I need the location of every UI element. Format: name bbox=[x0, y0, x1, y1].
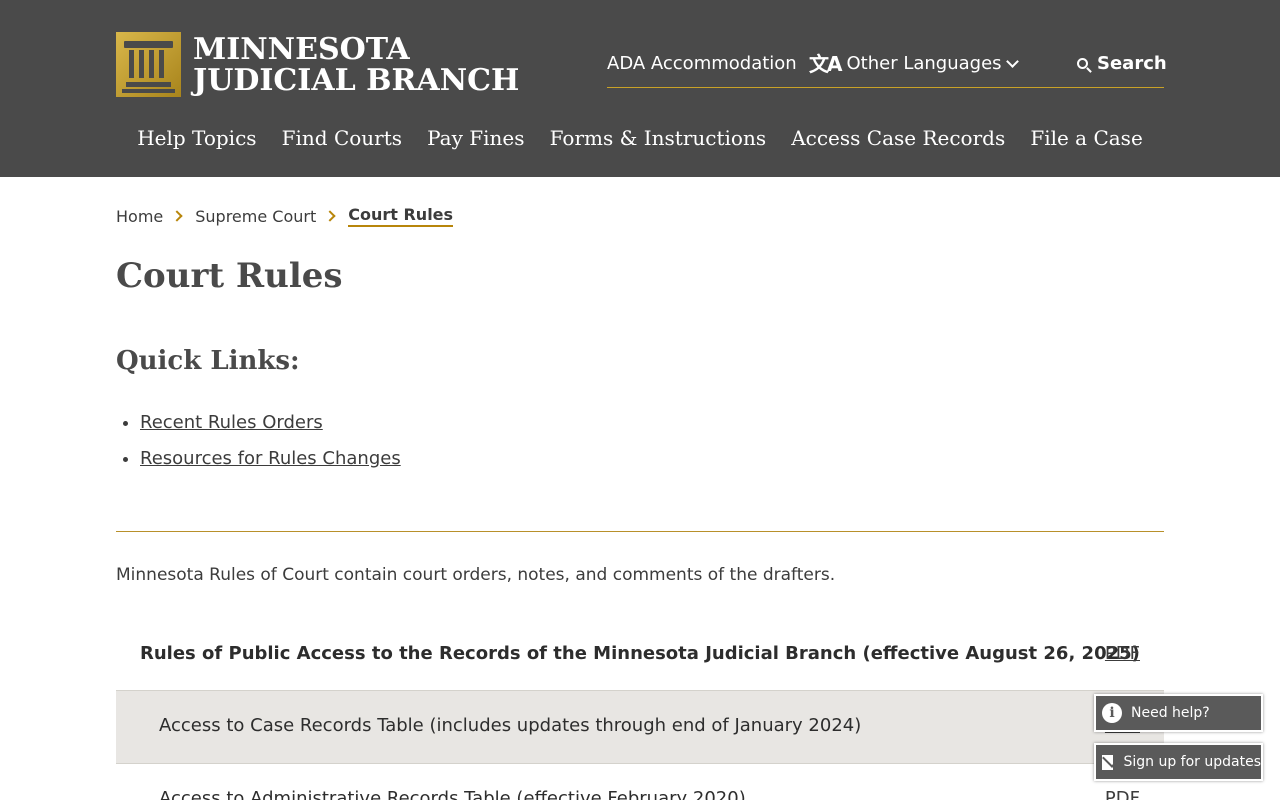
search-button[interactable]: Search bbox=[1077, 52, 1167, 76]
chevron-right-icon bbox=[171, 210, 183, 222]
ada-accommodation-link[interactable]: ADA Accommodation bbox=[607, 52, 797, 76]
search-icon bbox=[1077, 57, 1088, 69]
logo-wordmark: MINNESOTA JUDICIAL BRANCH bbox=[193, 34, 519, 96]
rule-title: Access to Administrative Records Table (… bbox=[159, 788, 746, 800]
breadcrumb-supreme-court[interactable]: Supreme Court bbox=[195, 207, 316, 226]
rule-title: Rules of Public Access to the Records of… bbox=[140, 643, 1140, 664]
main-nav: Help Topics Find Courts Pay Fines Forms … bbox=[0, 126, 1280, 150]
list-item: Resources for Rules Changes bbox=[140, 448, 401, 470]
logo-line-2: JUDICIAL BRANCH bbox=[193, 62, 520, 98]
nav-help-topics[interactable]: Help Topics bbox=[137, 126, 256, 150]
rule-title: Access to Case Records Table (includes u… bbox=[159, 715, 862, 736]
site-header: MINNESOTA JUDICIAL BRANCH ADA Accommodat… bbox=[0, 0, 1280, 177]
courthouse-icon bbox=[116, 32, 181, 97]
mail-icon bbox=[1102, 754, 1114, 770]
page-title: Court Rules bbox=[116, 256, 343, 296]
nav-file-a-case[interactable]: File a Case bbox=[1030, 126, 1142, 150]
nav-find-courts[interactable]: Find Courts bbox=[282, 126, 402, 150]
sign-up-label: Sign up for updates bbox=[1123, 754, 1261, 770]
search-label: Search bbox=[1097, 53, 1167, 74]
breadcrumb-home[interactable]: Home bbox=[116, 207, 163, 226]
intro-text: Minnesota Rules of Court contain court o… bbox=[116, 565, 836, 585]
recent-rules-orders-link[interactable]: Recent Rules Orders bbox=[140, 412, 323, 433]
nav-pay-fines[interactable]: Pay Fines bbox=[427, 126, 524, 150]
pdf-link[interactable]: PDF bbox=[1105, 788, 1140, 800]
nav-access-case-records[interactable]: Access Case Records bbox=[791, 126, 1005, 150]
list-item: Recent Rules Orders bbox=[140, 412, 401, 434]
site-logo[interactable]: MINNESOTA JUDICIAL BRANCH bbox=[116, 32, 519, 97]
section-divider bbox=[116, 531, 1164, 532]
sign-up-updates-button[interactable]: Sign up for updates bbox=[1094, 743, 1263, 781]
breadcrumb: Home Supreme Court Court Rules bbox=[116, 205, 454, 227]
info-icon: i bbox=[1102, 703, 1122, 723]
utility-nav: ADA Accommodation 文A Other Languages Sea… bbox=[607, 52, 1167, 88]
table-row: Access to Case Records Table (includes u… bbox=[116, 691, 1164, 764]
translate-icon: 文A bbox=[809, 52, 843, 76]
pdf-link[interactable]: PDF bbox=[1105, 643, 1140, 664]
quick-links-heading: Quick Links: bbox=[116, 346, 300, 376]
nav-forms-instructions[interactable]: Forms & Instructions bbox=[550, 126, 766, 150]
other-languages-dropdown[interactable]: 文A Other Languages bbox=[809, 52, 1019, 76]
logo-line-1: MINNESOTA bbox=[193, 31, 410, 67]
rules-table: Rules of Public Access to the Records of… bbox=[116, 619, 1164, 800]
chevron-down-icon bbox=[1005, 54, 1019, 68]
need-help-button[interactable]: i Need help? bbox=[1094, 694, 1263, 732]
need-help-label: Need help? bbox=[1131, 705, 1210, 721]
breadcrumb-current: Court Rules bbox=[348, 205, 454, 227]
table-row: Rules of Public Access to the Records of… bbox=[116, 619, 1164, 691]
quick-links-list: Recent Rules Orders Resources for Rules … bbox=[140, 412, 401, 484]
resources-rules-changes-link[interactable]: Resources for Rules Changes bbox=[140, 448, 401, 469]
table-row: Access to Administrative Records Table (… bbox=[116, 764, 1164, 800]
chevron-right-icon bbox=[324, 210, 336, 222]
other-languages-label: Other Languages bbox=[846, 53, 1002, 74]
